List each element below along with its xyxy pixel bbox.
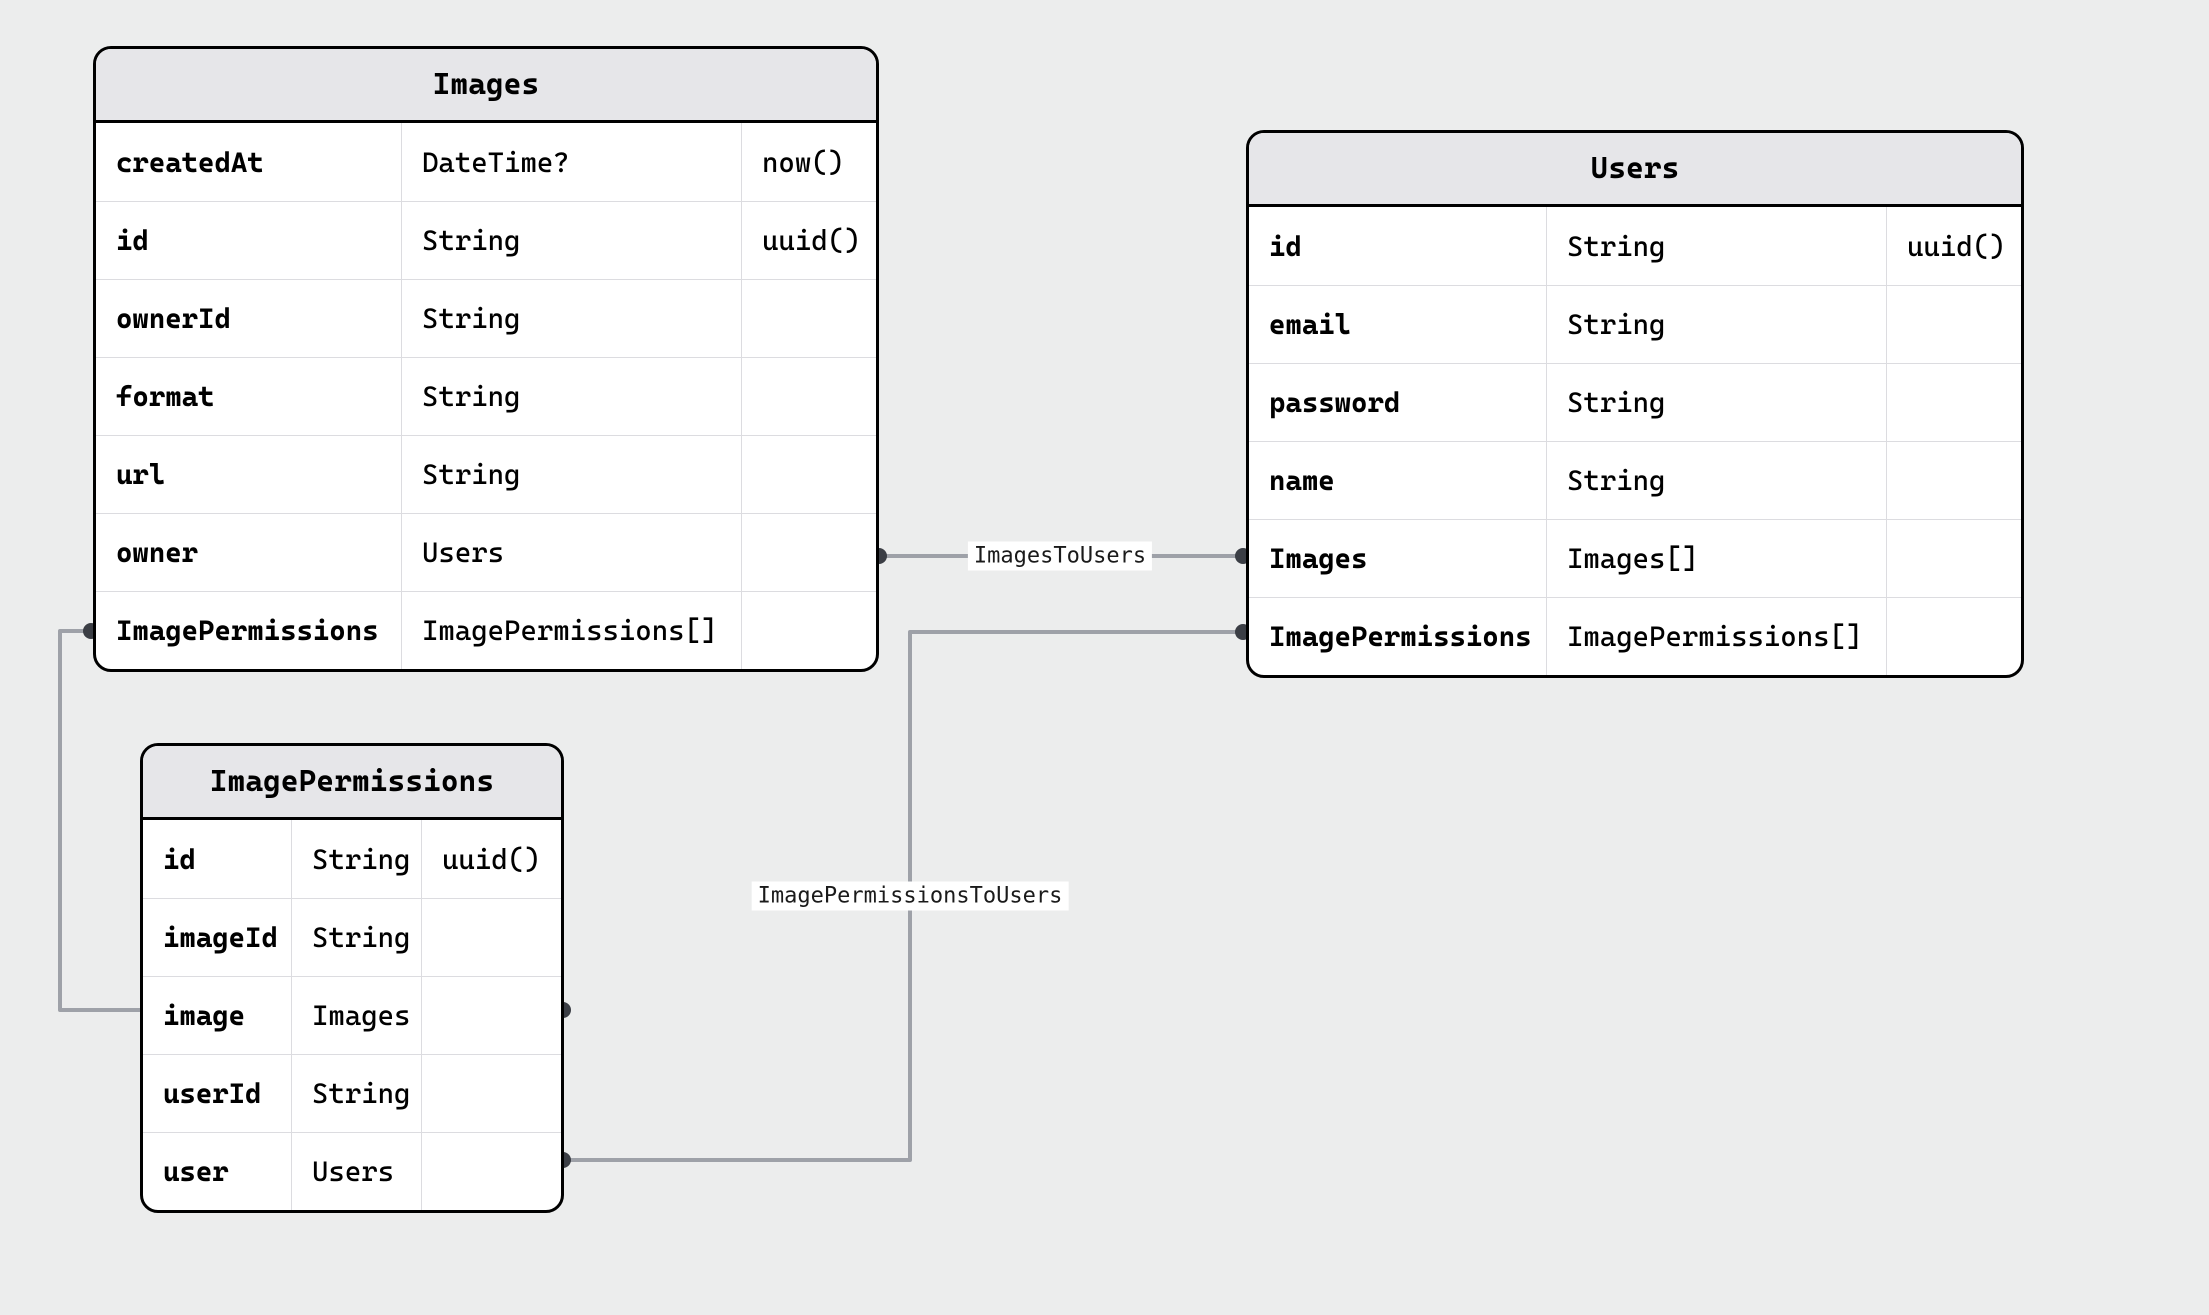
field-type: String [291, 820, 421, 898]
table-row: ImagePermissions ImagePermissions[] [1249, 597, 2021, 675]
field-type: String [401, 436, 741, 513]
field-default [741, 436, 876, 513]
field-name: image [143, 977, 291, 1054]
field-default [741, 280, 876, 357]
table-row: owner Users [96, 513, 876, 591]
field-name: id [96, 202, 401, 279]
field-type: String [291, 1055, 421, 1132]
field-default: uuid() [421, 820, 561, 898]
table-row: id String uuid() [143, 820, 561, 898]
field-default [421, 1133, 561, 1210]
field-name: id [1249, 207, 1546, 285]
field-default: uuid() [1886, 207, 2021, 285]
entity-images: Images createdAt DateTime? now() id Stri… [93, 46, 879, 672]
field-name: password [1249, 364, 1546, 441]
field-type: DateTime? [401, 123, 741, 201]
table-row: ownerId String [96, 279, 876, 357]
field-type: String [401, 358, 741, 435]
entity-images-title: Images [96, 49, 876, 123]
field-default [1886, 520, 2021, 597]
table-row: id String uuid() [96, 201, 876, 279]
field-default [421, 977, 561, 1054]
field-default [1886, 442, 2021, 519]
table-row: createdAt DateTime? now() [96, 123, 876, 201]
field-type: Images[] [1546, 520, 1886, 597]
field-name: id [143, 820, 291, 898]
table-row: url String [96, 435, 876, 513]
field-default [421, 1055, 561, 1132]
field-name: Images [1249, 520, 1546, 597]
edge-label-imgperm-to-users: ImagePermissionsToUsers [752, 882, 1069, 911]
table-row: name String [1249, 441, 2021, 519]
field-type: String [1546, 364, 1886, 441]
entity-users: Users id String uuid() email String pass… [1246, 130, 2024, 678]
field-default [1886, 598, 2021, 675]
table-row: id String uuid() [1249, 207, 2021, 285]
entity-imagepermissions: ImagePermissions id String uuid() imageI… [140, 743, 564, 1213]
field-type: String [1546, 442, 1886, 519]
field-type: String [291, 899, 421, 976]
entity-imagepermissions-body: id String uuid() imageId String image Im… [143, 820, 561, 1210]
field-default [741, 592, 876, 669]
table-row: password String [1249, 363, 2021, 441]
field-default [1886, 364, 2021, 441]
field-name: email [1249, 286, 1546, 363]
field-default [741, 514, 876, 591]
field-name: ImagePermissions [96, 592, 401, 669]
table-row: imageId String [143, 898, 561, 976]
field-type: Users [291, 1133, 421, 1210]
field-default [741, 358, 876, 435]
field-name: userId [143, 1055, 291, 1132]
field-type: ImagePermissions[] [401, 592, 741, 669]
field-type: Images [291, 977, 421, 1054]
field-default: now() [741, 123, 876, 201]
field-type: Users [401, 514, 741, 591]
field-name: name [1249, 442, 1546, 519]
edge-label-images-to-users: ImagesToUsers [968, 542, 1152, 571]
field-type: ImagePermissions[] [1546, 598, 1886, 675]
entity-users-title: Users [1249, 133, 2021, 207]
field-name: ownerId [96, 280, 401, 357]
table-row: Images Images[] [1249, 519, 2021, 597]
field-name: owner [96, 514, 401, 591]
table-row: userId String [143, 1054, 561, 1132]
field-name: ImagePermissions [1249, 598, 1546, 675]
table-row: format String [96, 357, 876, 435]
table-row: ImagePermissions ImagePermissions[] [96, 591, 876, 669]
entity-images-body: createdAt DateTime? now() id String uuid… [96, 123, 876, 669]
field-name: format [96, 358, 401, 435]
table-row: image Images [143, 976, 561, 1054]
field-default: uuid() [741, 202, 876, 279]
field-default [1886, 286, 2021, 363]
field-type: String [401, 280, 741, 357]
table-row: email String [1249, 285, 2021, 363]
entity-users-body: id String uuid() email String password S… [1249, 207, 2021, 675]
field-name: createdAt [96, 123, 401, 201]
field-name: user [143, 1133, 291, 1210]
field-type: String [1546, 207, 1886, 285]
entity-imagepermissions-title: ImagePermissions [143, 746, 561, 820]
field-type: String [401, 202, 741, 279]
field-name: imageId [143, 899, 291, 976]
field-name: url [96, 436, 401, 513]
field-type: String [1546, 286, 1886, 363]
table-row: user Users [143, 1132, 561, 1210]
field-default [421, 899, 561, 976]
